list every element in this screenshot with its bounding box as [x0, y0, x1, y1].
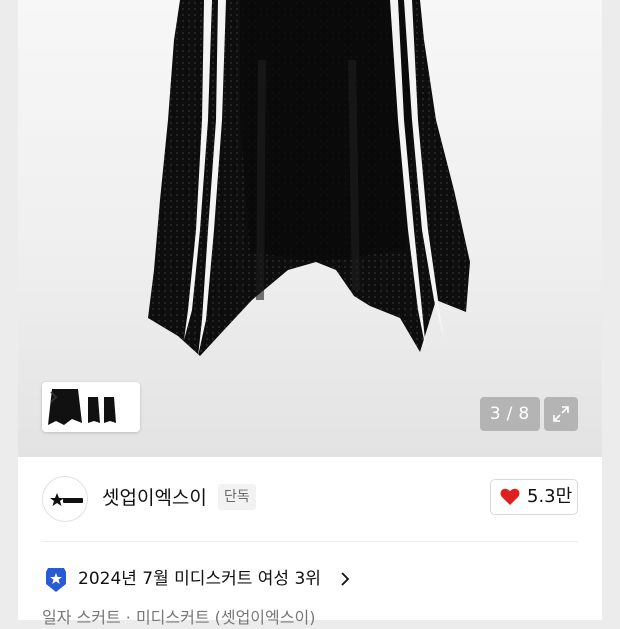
chevron-right-icon[interactable] — [340, 571, 350, 587]
image-counter-total: 8 — [518, 404, 531, 424]
brand-name[interactable]: 셋업이엑스이 — [102, 485, 207, 511]
brand-row[interactable]: 셋업이엑스이 단독 5.3만 — [18, 457, 602, 541]
product-info-panel: 셋업이엑스이 단독 5.3만 2024년 7월 미디스커트 여성 3위 일자 스… — [18, 457, 602, 627]
heart-icon — [500, 488, 520, 505]
image-counter-current: 3 — [489, 404, 502, 424]
thumbnail-strip[interactable] — [42, 382, 140, 432]
section-divider — [42, 541, 578, 542]
expand-image-button[interactable] — [544, 397, 578, 431]
exclusive-badge: 단독 — [218, 484, 256, 510]
right-margin — [602, 0, 620, 620]
chevron-right-icon[interactable] — [48, 387, 60, 407]
ranking-badge-icon — [46, 568, 66, 592]
like-count: 5.3만 — [527, 486, 573, 507]
category-path[interactable]: 일자 스커트 · 미디스커트 (셋업이엑스이) — [42, 607, 315, 629]
ranking-link[interactable]: 2024년 7월 미디스커트 여성 3위 — [18, 561, 602, 597]
brand-logo[interactable] — [42, 476, 88, 522]
ranking-text[interactable]: 2024년 7월 미디스커트 여성 3위 — [78, 567, 321, 591]
expand-arrows-icon — [553, 406, 569, 422]
left-margin — [0, 0, 18, 620]
image-counter: 3/8 — [480, 397, 540, 431]
star-logo-icon — [50, 493, 83, 506]
like-button[interactable]: 5.3만 — [490, 479, 578, 515]
product-image-gallery[interactable]: 3/8 — [18, 0, 602, 457]
image-counter-separator: / — [506, 404, 514, 424]
